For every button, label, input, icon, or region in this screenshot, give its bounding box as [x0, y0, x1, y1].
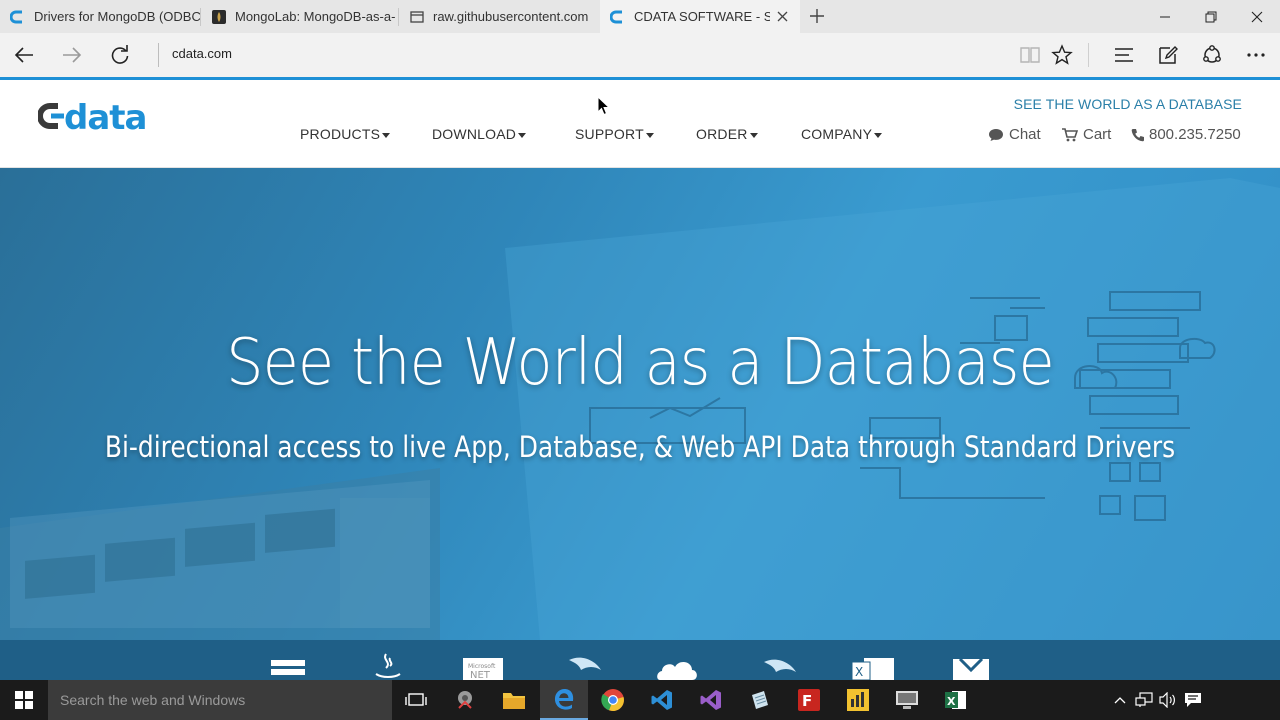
caret-down-icon — [874, 132, 883, 138]
caret-down-icon — [382, 132, 391, 138]
browser-tab[interactable]: raw.githubusercontent.com — [399, 0, 599, 33]
sql-server-icon[interactable] — [760, 654, 800, 680]
file-explorer-icon[interactable] — [490, 680, 538, 720]
cart-label: Cart — [1083, 126, 1112, 143]
dotnet-icon[interactable]: MicrosoftNET — [462, 656, 504, 680]
share-icon[interactable] — [1200, 43, 1224, 67]
phone-number: 800.235.7250 — [1149, 126, 1241, 143]
refresh-icon[interactable] — [108, 43, 132, 67]
svg-text:X: X — [855, 665, 863, 679]
remote-desktop-icon[interactable] — [883, 680, 931, 720]
product-icon-strip: Microsoft NET X — [0, 640, 1280, 680]
svg-text:F: F — [802, 692, 812, 710]
site-header: data PRODUCTS DOWNLOAD SUPPORT ORDER COM… — [0, 80, 1280, 168]
more-options-icon[interactable] — [1244, 43, 1268, 67]
chevron-up-icon[interactable] — [1110, 690, 1130, 710]
address-divider — [158, 43, 159, 67]
chrome-icon[interactable] — [589, 680, 637, 720]
menu-products[interactable]: PRODUCTS — [300, 126, 391, 142]
menu-label: COMPANY — [801, 126, 873, 142]
excel-app-icon[interactable]: X — [932, 680, 980, 720]
tab-label: Drivers for MongoDB (ODBC — [34, 9, 200, 24]
close-window-icon[interactable] — [1246, 6, 1268, 28]
page-icon — [409, 9, 425, 25]
tab-label: CDATA SOFTWARE - See — [634, 9, 770, 24]
chat-icon — [989, 128, 1003, 141]
menu-order[interactable]: ORDER — [696, 126, 758, 142]
site-tagline: SEE THE WORLD AS A DATABASE — [1013, 96, 1242, 112]
menu-support[interactable]: SUPPORT — [575, 126, 654, 142]
caret-down-icon — [749, 132, 758, 138]
menu-company[interactable]: COMPANY — [801, 126, 883, 142]
menu-label: PRODUCTS — [300, 126, 381, 142]
notifications-icon[interactable] — [1183, 690, 1203, 710]
taskbar-search-input[interactable]: Search the web and Windows — [48, 680, 392, 720]
browser-tab-strip: Drivers for MongoDB (ODBC MongoLab: Mong… — [0, 0, 1280, 33]
mysql-dolphin-icon[interactable] — [565, 654, 605, 680]
phone-icon — [1131, 128, 1144, 141]
favorite-star-icon[interactable] — [1050, 43, 1074, 67]
excel-icon[interactable]: X — [850, 656, 896, 680]
menu-download[interactable]: DOWNLOAD — [432, 126, 527, 142]
hero-subtitle: Bi-directional access to live App, Datab… — [104, 430, 1176, 464]
power-bi-icon[interactable] — [834, 680, 882, 720]
browser-tab[interactable]: MongoLab: MongoDB-as-a- — [201, 0, 397, 33]
windows-start-icon[interactable] — [0, 680, 48, 720]
database-icon[interactable] — [270, 658, 306, 680]
windows-taskbar: Search the web and Windows F X — [0, 680, 1280, 720]
task-view-icon[interactable] — [392, 680, 440, 720]
browser-tab-active[interactable]: CDATA SOFTWARE - See — [600, 0, 800, 33]
cdata-logo[interactable]: data — [38, 98, 178, 134]
back-arrow-icon[interactable] — [12, 43, 36, 67]
svg-text:Microsoft: Microsoft — [468, 663, 496, 670]
address-bar[interactable]: cdata.com — [172, 46, 232, 61]
web-note-icon[interactable] — [1156, 43, 1180, 67]
sharepoint-icon[interactable] — [952, 658, 990, 680]
forward-arrow-icon[interactable] — [60, 43, 84, 67]
mouse-cursor-icon — [597, 96, 611, 116]
new-tab-icon[interactable] — [808, 7, 826, 25]
svg-text:data: data — [64, 98, 146, 134]
reading-view-icon[interactable] — [1018, 43, 1042, 67]
mongolab-icon — [211, 9, 227, 25]
cloud-icon[interactable] — [654, 658, 700, 680]
volume-icon[interactable] — [1158, 690, 1178, 710]
visual-studio-icon[interactable] — [687, 680, 735, 720]
app-icon[interactable] — [441, 680, 489, 720]
toolbar-divider — [1088, 43, 1089, 67]
notepad-icon[interactable] — [736, 680, 784, 720]
caret-down-icon — [518, 132, 527, 138]
close-tab-icon[interactable] — [774, 8, 790, 24]
cdata-icon — [610, 9, 626, 25]
cart-icon — [1062, 127, 1078, 141]
svg-text:X: X — [947, 695, 956, 708]
restore-icon[interactable] — [1200, 6, 1222, 28]
chat-link[interactable]: Chat — [988, 126, 1041, 143]
phone-link[interactable]: 800.235.7250 — [1131, 126, 1241, 143]
hero-banner: See the World as a Database Bi-direction… — [0, 168, 1280, 640]
menu-label: ORDER — [696, 126, 748, 142]
tab-label: MongoLab: MongoDB-as-a- — [235, 9, 396, 24]
cart-link[interactable]: Cart — [1062, 126, 1111, 143]
minimize-icon[interactable] — [1154, 6, 1176, 28]
chat-label: Chat — [1009, 126, 1041, 143]
browser-tab[interactable]: Drivers for MongoDB (ODBC — [0, 0, 200, 33]
vscode-icon[interactable] — [638, 680, 686, 720]
svg-text:NET: NET — [470, 670, 491, 680]
edge-icon[interactable] — [540, 680, 588, 720]
browser-toolbar: cdata.com — [0, 33, 1280, 77]
tab-label: raw.githubusercontent.com — [433, 9, 589, 24]
hero-background-graphic — [0, 178, 1280, 640]
network-icon[interactable] — [1134, 690, 1154, 710]
hub-icon[interactable] — [1112, 43, 1136, 67]
filezilla-icon[interactable]: F — [785, 680, 833, 720]
caret-down-icon — [645, 132, 654, 138]
menu-label: DOWNLOAD — [432, 126, 517, 142]
menu-label: SUPPORT — [575, 126, 644, 142]
java-icon[interactable] — [372, 652, 402, 680]
cdata-icon — [10, 9, 26, 25]
hero-title: See the World as a Database — [226, 326, 1055, 400]
